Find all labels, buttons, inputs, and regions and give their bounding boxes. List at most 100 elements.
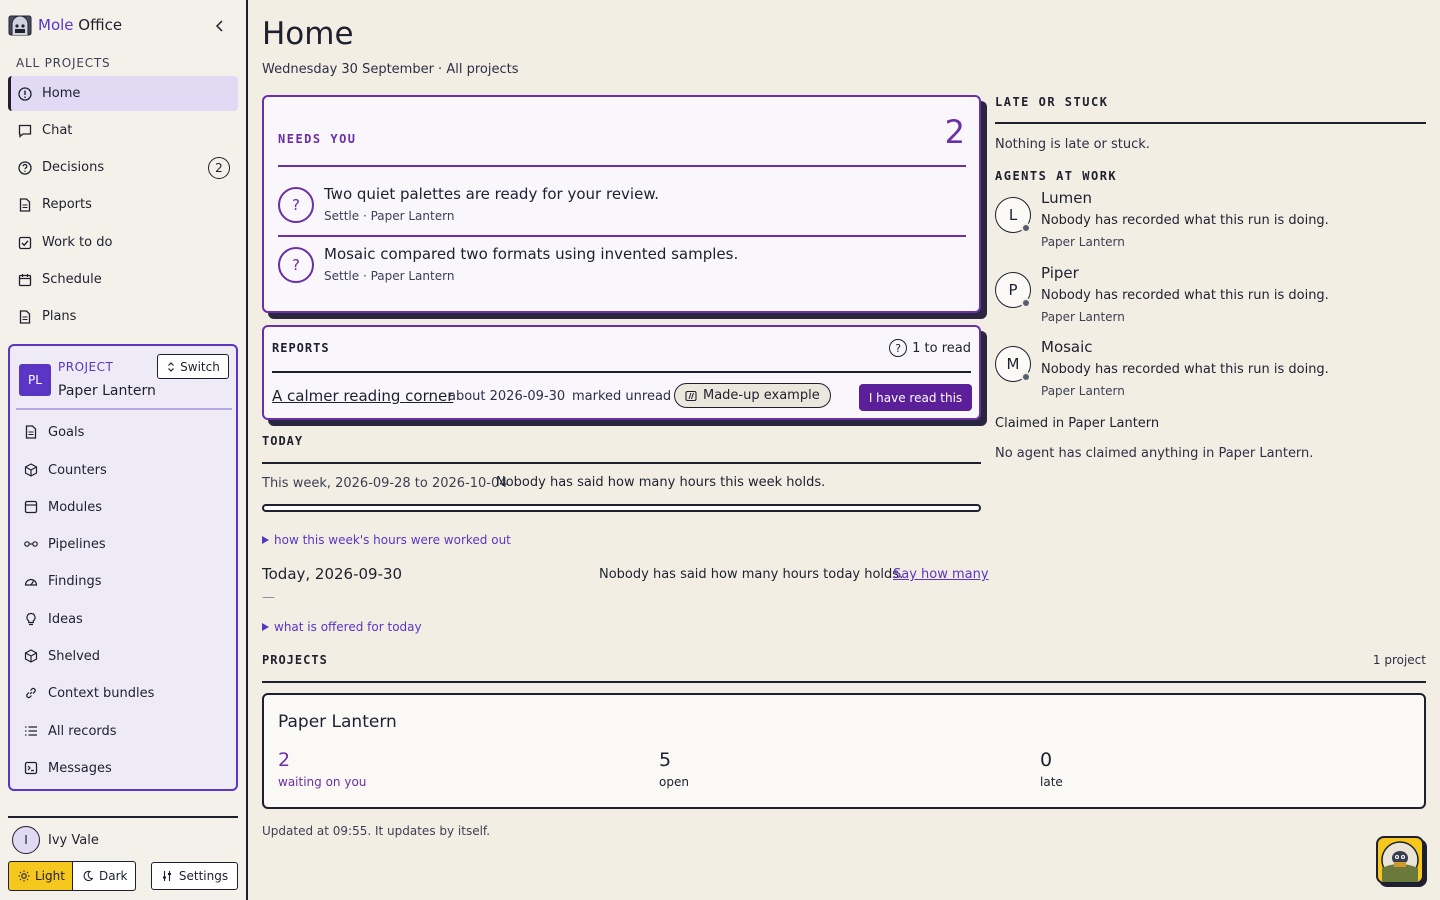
sidebar-item-label: Plans [42,309,77,324]
status-dot-icon [1021,223,1031,233]
week-hours-disclosure[interactable]: how this week's hours were worked out [262,533,511,547]
project-item-messages[interactable]: Messages [16,751,232,785]
question-circle-icon [18,160,32,175]
avatar: I [12,826,40,854]
status-dot-icon [1021,298,1031,308]
project-item-modules[interactable]: Modules [16,490,232,524]
sidebar-item-reports[interactable]: Reports [8,187,238,222]
page-subtitle: Wednesday 30 September · All projects [262,62,519,77]
all-projects-label: ALL PROJECTS [16,56,111,70]
report-link[interactable]: A calmer reading corner [272,387,453,405]
project-divider [16,408,232,410]
report-status: marked unread [572,389,672,404]
chat-icon [18,124,32,138]
need-text: Mosaic compared two formats using invent… [324,245,739,263]
mark-read-button[interactable]: I have read this [859,384,972,411]
triangle-right-icon [262,536,269,544]
stat-waiting: 2 waiting on you [278,749,366,789]
collapse-sidebar-chevron-left-icon[interactable] [210,17,230,35]
mole-mascot-icon[interactable] [1376,836,1424,884]
agent-doing: Nobody has recorded what this run is doi… [1041,288,1329,303]
agent-name: Piper [1041,264,1079,282]
calendar-icon [18,273,32,287]
project-item-label: Modules [48,499,103,515]
today-placeholder: — [262,590,275,605]
stat-value: 5 [659,749,672,771]
page-title: Home [262,16,354,52]
project-item-pipelines[interactable]: Pipelines [16,527,232,561]
brand-name-office: Office [78,16,123,34]
projects-title: PROJECTS [262,653,328,667]
made-up-example-badge: Made-up example [674,383,831,408]
sidebar-item-plans[interactable]: Plans [8,299,238,334]
agent-project: Paper Lantern [1041,235,1125,249]
sliders-icon [161,870,173,882]
project-item-ideas[interactable]: Ideas [16,602,232,636]
project-item-label: Messages [48,760,112,776]
sun-icon [18,870,30,882]
stat-label: open [659,775,689,789]
to-read-indicator: ? 1 to read [889,339,971,357]
project-item-label: Pipelines [48,536,106,552]
agent-row[interactable]: M Mosaic Nobody has recorded what this r… [995,338,1425,410]
document-icon [18,309,32,324]
project-item-shelved[interactable]: Shelved [16,639,232,673]
agent-name: Mosaic [1041,338,1093,356]
sidebar-divider [8,816,238,818]
need-meta: Settle · Paper Lantern [324,209,455,223]
user-profile[interactable]: I Ivy Vale [12,826,99,854]
needs-you-title: NEEDS YOU [278,132,357,146]
sidebar-item-home[interactable]: Home [8,76,238,111]
dark-theme-button[interactable]: Dark [73,861,136,891]
project-item-label: Goals [48,424,85,440]
decisions-count-badge: 2 [208,157,230,179]
cube-icon [24,463,38,477]
late-text: Nothing is late or stuck. [995,137,1150,152]
document-icon [24,425,38,439]
triangle-right-icon [262,623,269,631]
light-theme-button[interactable]: Light [8,861,73,891]
project-item-all-records[interactable]: All records [16,714,232,748]
theme-toggle: Light Dark [8,861,136,891]
dark-label: Dark [99,869,128,883]
week-hours-note: Nobody has said how many hours this week… [496,475,826,490]
agent-name: Lumen [1041,189,1092,207]
sidebar-item-work-to-do[interactable]: Work to do [8,225,238,260]
needs-you-card: NEEDS YOU 2 ? Two quiet palettes are rea… [262,95,981,313]
settings-label: Settings [178,869,229,883]
agent-row[interactable]: P Piper Nobody has recorded what this ru… [995,264,1425,336]
agent-row[interactable]: L Lumen Nobody has recorded what this ru… [995,189,1425,261]
settings-button[interactable]: Settings [151,862,238,890]
needs-you-item-divider [278,235,966,237]
project-item-counters[interactable]: Counters [16,453,232,487]
moon-icon [82,870,94,882]
question-icon: ? [278,187,314,223]
project-item-findings[interactable]: Findings [16,564,232,598]
stat-value: 0 [1040,749,1053,771]
sidebar-item-decisions[interactable]: Decisions 2 [8,150,238,185]
sidebar-item-schedule[interactable]: Schedule [8,262,238,297]
needs-you-item[interactable]: ? Mosaic compared two formats using inve… [278,245,966,303]
say-how-many-link[interactable]: Say how many [893,567,989,582]
project-card[interactable]: Paper Lantern 2 waiting on you 5 open 0 … [262,693,1426,809]
switch-project-button[interactable]: Switch [157,354,229,379]
brand[interactable]: Mole Office [8,14,122,36]
project-item-label: Counters [48,462,107,478]
sidebar-item-label: Reports [42,197,92,212]
disclosure-label: how this week's hours were worked out [274,533,511,547]
sidebar-item-label: Chat [42,123,73,138]
list-icon [24,724,38,738]
project-item-label: Shelved [48,648,101,664]
link-icon [24,686,38,700]
projects-count: 1 project [1372,653,1426,667]
needs-you-count: 2 [944,113,965,151]
need-meta: Settle · Paper Lantern [324,269,455,283]
terminal-icon [24,761,38,775]
sidebar-item-chat[interactable]: Chat [8,113,238,148]
agent-doing: Nobody has recorded what this run is doi… [1041,362,1329,377]
gauge-icon [24,574,38,588]
mole-logo-icon [8,14,32,36]
today-offer-disclosure[interactable]: what is offered for today [262,620,422,634]
project-item-context-bundles[interactable]: Context bundles [16,676,232,710]
project-item-goals[interactable]: Goals [16,415,232,449]
